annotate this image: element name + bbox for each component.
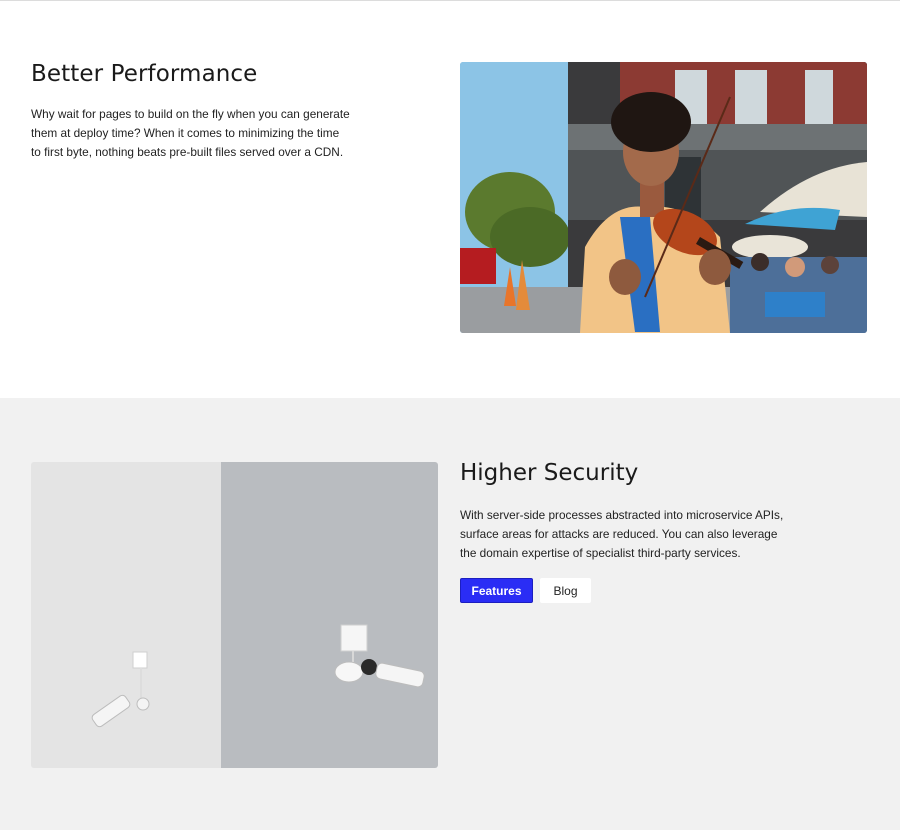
section-title: Better Performance	[31, 61, 258, 87]
cta-buttons: Features Blog	[460, 578, 591, 603]
blog-button[interactable]: Blog	[540, 578, 591, 603]
section-description: Why wait for pages to build on the fly w…	[31, 107, 350, 159]
features-button[interactable]: Features	[460, 578, 533, 603]
section-description: With server-side processes abstracted in…	[460, 508, 784, 560]
section-better-performance: Better Performance Why wait for pages to…	[0, 1, 900, 398]
section-title: Higher Security	[460, 460, 639, 486]
security-cameras-photo	[31, 462, 438, 768]
violinist-photo	[460, 62, 867, 333]
section-higher-security: Higher Security With server-side process…	[0, 398, 900, 830]
